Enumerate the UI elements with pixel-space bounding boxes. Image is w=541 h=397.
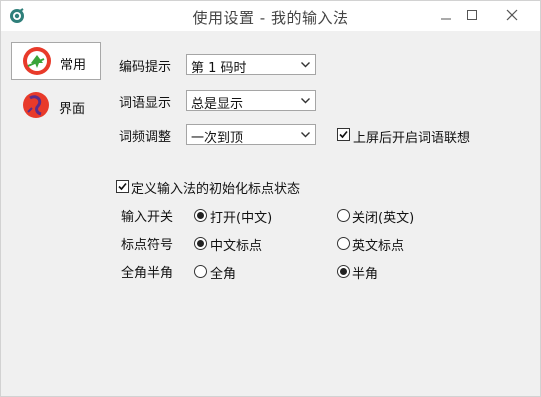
code-hint-label: 编码提示 (119, 60, 172, 75)
radio-dot (197, 240, 204, 247)
appearance-icon (23, 92, 49, 118)
init-state-label: 定义输入法的初始化标点状态 (131, 182, 301, 197)
word-display-value: 总是显示 (191, 97, 244, 112)
code-hint-value: 第 1 码时 (191, 61, 247, 76)
width-mode-option2-radio[interactable] (337, 265, 350, 278)
input-switch-option2-radio[interactable] (337, 209, 350, 222)
input-switch-label: 输入开关 (121, 210, 174, 225)
association-checkbox[interactable] (337, 128, 350, 141)
general-icon (23, 47, 51, 75)
width-mode-option1-label: 全角 (210, 267, 237, 282)
sidebar-item-general[interactable]: 常用 (11, 42, 101, 80)
freq-adjust-select[interactable]: 一次到顶 (186, 124, 316, 146)
punctuation-option1-radio[interactable] (194, 237, 207, 250)
sidebar-item-appearance[interactable]: 界面 (11, 87, 101, 125)
input-switch-option2-label: 关闭(英文) (352, 211, 415, 226)
settings-window: 使用设置 - 我的输入法 常用 界面 编码提示 第 1 码时 词语显示 总是显示… (0, 0, 541, 397)
sidebar-item-label: 常用 (60, 58, 87, 73)
close-icon[interactable] (487, 5, 537, 25)
width-mode-option1-radio[interactable] (194, 265, 207, 278)
checkmark-icon (118, 182, 127, 191)
maximize-icon[interactable] (461, 5, 483, 25)
word-display-select[interactable]: 总是显示 (186, 90, 316, 112)
width-mode-option2-label: 半角 (352, 267, 379, 282)
chevron-down-icon (301, 132, 310, 138)
punctuation-option2-label: 英文标点 (352, 239, 405, 254)
chevron-down-icon (301, 62, 310, 68)
punctuation-label: 标点符号 (121, 238, 174, 253)
punctuation-option1-label: 中文标点 (210, 239, 263, 254)
minimize-icon[interactable] (435, 5, 457, 25)
word-display-label: 词语显示 (119, 96, 172, 111)
width-mode-label: 全角半角 (121, 266, 174, 281)
sidebar: 常用 界面 (11, 42, 103, 162)
window-title: 使用设置 - 我的输入法 (192, 9, 349, 27)
association-label: 上屏后开启词语联想 (353, 131, 471, 146)
title-bar[interactable]: 使用设置 - 我的输入法 (1, 1, 540, 31)
code-hint-select[interactable]: 第 1 码时 (186, 54, 316, 76)
chevron-down-icon (301, 98, 310, 104)
freq-adjust-value: 一次到顶 (191, 131, 244, 146)
input-switch-option1-label: 打开(中文) (210, 211, 273, 226)
init-state-checkbox[interactable] (116, 180, 129, 193)
freq-adjust-label: 词频调整 (119, 130, 172, 145)
checkmark-icon (339, 130, 348, 139)
punctuation-option2-radio[interactable] (337, 237, 350, 250)
sidebar-item-label: 界面 (59, 102, 86, 117)
input-switch-option1-radio[interactable] (194, 209, 207, 222)
radio-dot (197, 212, 204, 219)
radio-dot (340, 268, 347, 275)
